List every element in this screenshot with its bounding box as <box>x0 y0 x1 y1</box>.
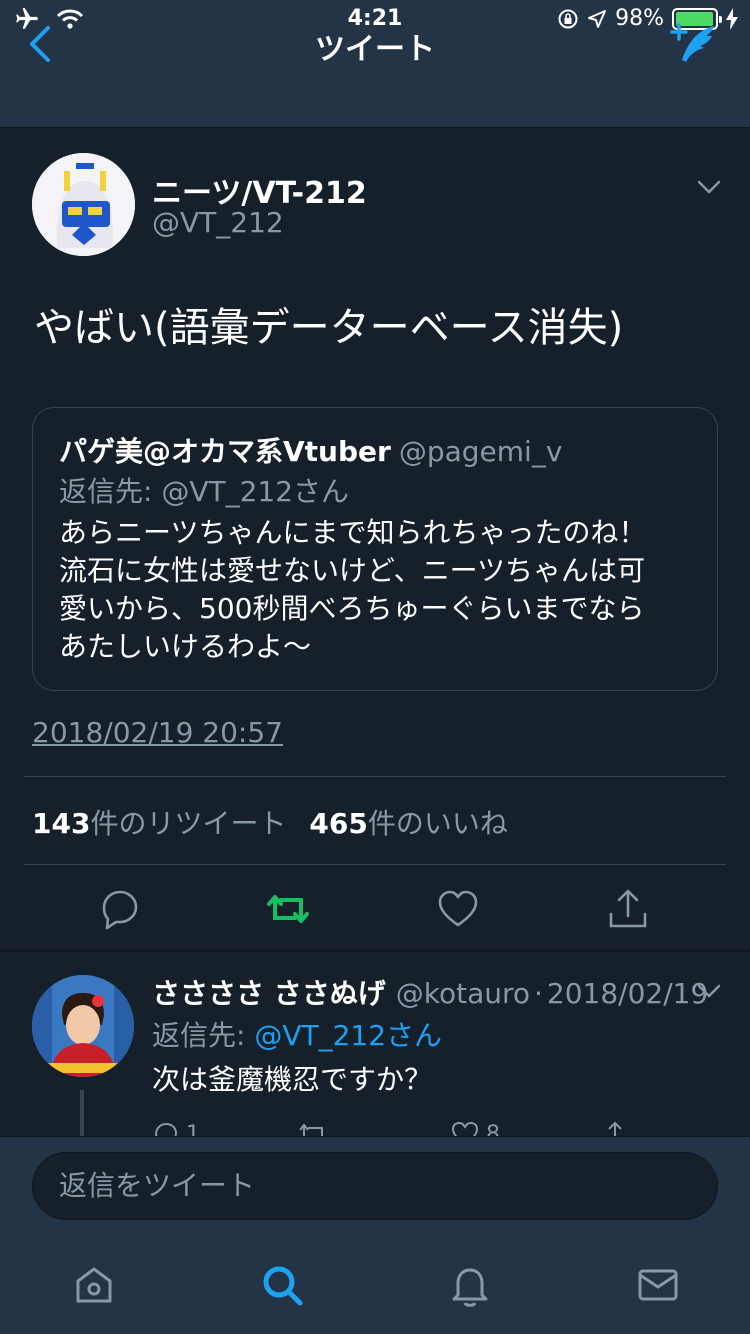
quoted-text: あらニーツちゃんにまで知られちゃったのね！ 流石に女性は愛せないけど、ニーツちゃ… <box>59 514 699 666</box>
reply-author-name[interactable]: ささささ ささぬげ <box>152 977 386 1010</box>
like-stat[interactable]: 465件のいいね <box>309 807 507 840</box>
retweet-label: 件のリツイート <box>90 807 287 840</box>
chevron-down-icon[interactable] <box>696 982 722 1000</box>
messages-icon[interactable] <box>634 1261 682 1309</box>
reply-to: 返信先: @VT_212さん <box>152 1014 442 1054</box>
quoted-tweet[interactable]: パゲ美@オカマ系Vtuber @pagemi_v 返信先: @VT_212さん あ… <box>32 407 718 691</box>
retweet-icon[interactable] <box>265 886 311 932</box>
compose-icon[interactable] <box>668 20 720 72</box>
tweet-stats: 143件のリツイート 465件のいいね <box>32 802 508 842</box>
page-title: ツイート <box>315 32 435 67</box>
reply-input[interactable]: 返信をツイート <box>32 1152 718 1220</box>
reply-header: ささささ ささぬげ @kotauro · 2018/02/19 <box>152 972 708 1012</box>
thread-line <box>80 1090 84 1140</box>
reply-to-prefix: 返信先: <box>152 1019 255 1052</box>
reply-separator: · <box>534 977 543 1010</box>
reply-icon[interactable] <box>96 886 142 932</box>
like-count: 465 <box>309 807 368 840</box>
reply-date: 2018/02/19 <box>546 977 709 1010</box>
quoted-author-handle: @pagemi_v <box>398 435 563 468</box>
retweet-stat[interactable]: 143件のリツイート <box>32 807 286 840</box>
tweet-text: やばい(語彙データーベース消失) <box>34 305 624 351</box>
quoted-text-line: あたしいけるわよ〜 <box>59 630 312 663</box>
quoted-author-name: パゲ美@オカマ系Vtuber <box>59 435 391 468</box>
divider <box>24 776 726 777</box>
like-icon[interactable] <box>435 886 481 932</box>
avatar-image <box>32 153 135 256</box>
quoted-text-line: 流石に女性は愛せないけど、ニーツちゃんは可 <box>59 554 646 587</box>
tweet-timestamp[interactable]: 2018/02/19 20:57 <box>32 716 283 749</box>
like-label: 件のいいね <box>367 807 508 840</box>
divider <box>24 864 726 865</box>
share-icon[interactable] <box>605 886 651 932</box>
avatar[interactable] <box>32 153 135 256</box>
reply-author-handle[interactable]: @kotauro <box>396 977 530 1010</box>
notifications-icon[interactable] <box>446 1261 494 1309</box>
reply-avatar[interactable] <box>32 975 134 1077</box>
quoted-author: パゲ美@オカマ系Vtuber @pagemi_v <box>59 430 562 470</box>
author-handle[interactable]: @VT_212 <box>152 206 284 239</box>
section-separator <box>0 950 750 952</box>
reply-text: 次は釜魔機忍ですか？ <box>152 1063 433 1096</box>
reply-to-link[interactable]: @VT_212さん <box>254 1019 442 1052</box>
retweet-count: 143 <box>32 807 91 840</box>
reply-avatar-image <box>32 975 134 1077</box>
chevron-down-icon[interactable] <box>696 178 722 196</box>
search-icon[interactable] <box>258 1261 306 1309</box>
home-icon[interactable] <box>70 1261 118 1309</box>
quoted-text-line: あらニーツちゃんにまで知られちゃったのね！ <box>59 516 647 549</box>
quoted-reply-to: 返信先: @VT_212さん <box>59 475 350 508</box>
quoted-text-line: 愛いから、500秒間べろちゅーぐらいまでなら <box>59 592 645 625</box>
